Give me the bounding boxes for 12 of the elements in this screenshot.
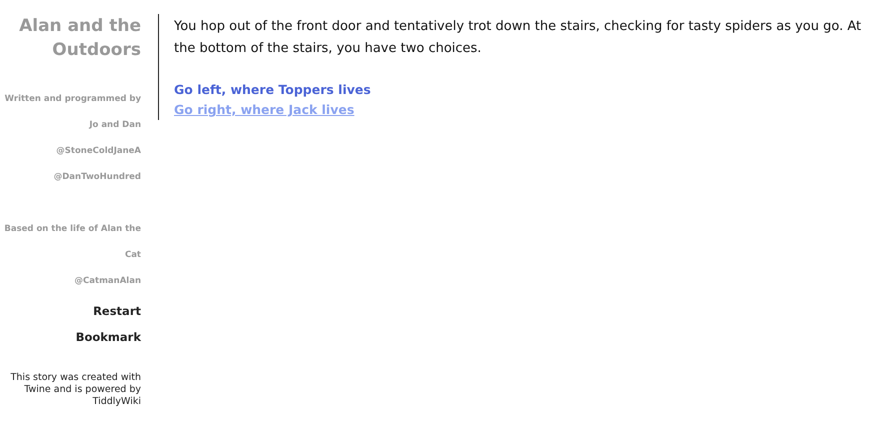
footer-text: This story was created with Twine and is powered by TiddlyWiki: [10, 372, 141, 408]
credit-text: Written and programmed by: [4, 93, 141, 106]
menu-link[interactable]: Restart: [93, 302, 141, 320]
choice-link[interactable]: Go left, where Toppers lives: [174, 80, 371, 100]
credit-text: @DanTwoHundred: [54, 171, 141, 184]
credit-text: Jo and Dan: [89, 119, 141, 132]
credit-text: @StoneColdJaneA: [56, 145, 141, 158]
story-title: Alan and the Outdoors: [18, 15, 141, 62]
credit-text: @CatmanAlan: [74, 275, 141, 288]
passage-text: You hop out of the front door and tentatively trot down the stairs, checking for tasty spiders as you go. At the bottom of the stairs, you have two choices.: [174, 18, 862, 58]
menu-link[interactable]: Bookmark: [76, 328, 141, 346]
credit-text: Based on the life of Alan the Cat: [3, 223, 141, 262]
